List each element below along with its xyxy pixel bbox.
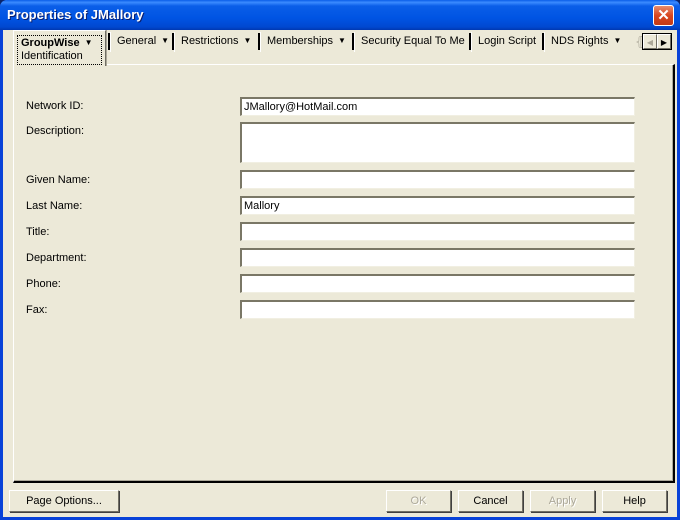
tab-groupwise-label: GroupWise ▼ xyxy=(21,37,98,49)
ok-button[interactable]: OK xyxy=(386,490,451,512)
phone-label: Phone: xyxy=(26,278,61,290)
department-input[interactable] xyxy=(240,248,635,267)
tab-label: Memberships xyxy=(267,35,334,47)
title-bar[interactable]: Properties of JMallory ✕ xyxy=(0,0,680,30)
fax-label: Fax: xyxy=(26,304,48,316)
scroll-left-icon[interactable]: ◀ xyxy=(643,34,657,49)
tab-label: NDS Rights xyxy=(551,35,609,47)
tab-label: Login Script xyxy=(478,35,537,47)
scroll-right-icon[interactable]: ▶ xyxy=(657,34,671,49)
tab-focus-rect: GroupWise ▼ Identification xyxy=(17,35,102,65)
tab-strip: GroupWise ▼ Identification General ▼ Restr… xyxy=(13,30,673,66)
description-textarea[interactable] xyxy=(240,122,635,163)
phone-input[interactable] xyxy=(240,274,635,293)
properties-dialog: Properties of JMallory ✕ GroupWise ▼ Iden… xyxy=(0,0,680,520)
chevron-down-icon[interactable]: ▼ xyxy=(613,36,621,45)
network-id-label: Network ID: xyxy=(26,100,84,112)
network-id-input[interactable]: JMallory@HotMail.com xyxy=(240,97,635,116)
chevron-down-icon[interactable]: ▼ xyxy=(85,38,93,47)
window-title: Properties of JMallory xyxy=(7,7,144,22)
tab-label: Security Equal To Me xyxy=(361,35,465,47)
cancel-button[interactable]: Cancel xyxy=(458,490,523,512)
tab-groupwise-subpage: Identification xyxy=(21,50,83,62)
apply-button[interactable]: Apply xyxy=(530,490,595,512)
tab-label: GroupWise xyxy=(21,37,80,49)
title-input[interactable] xyxy=(240,222,635,241)
tab-groupwise[interactable]: GroupWise ▼ Identification xyxy=(13,30,106,66)
tab-login-script[interactable]: Login Script xyxy=(468,32,542,52)
tab-overflow-indicator: ⦃ xyxy=(635,34,645,49)
tab-scroll-buttons: ◀ ▶ xyxy=(642,33,672,50)
last-name-input[interactable]: Mallory xyxy=(240,196,635,215)
help-button[interactable]: Help xyxy=(602,490,667,512)
given-name-input[interactable] xyxy=(240,170,635,189)
given-name-label: Given Name: xyxy=(26,174,91,186)
chevron-down-icon[interactable]: ▼ xyxy=(161,36,169,45)
tab-label: Restrictions xyxy=(181,35,239,47)
tab-general[interactable]: General ▼ xyxy=(107,32,175,52)
title-label: Title: xyxy=(26,226,50,238)
page-options-button[interactable]: Page Options... xyxy=(9,490,119,512)
description-label: Description: xyxy=(26,125,85,137)
chevron-down-icon[interactable]: ▼ xyxy=(338,36,346,45)
tab-security-equal-to-me[interactable]: Security Equal To Me xyxy=(352,32,471,52)
tab-restrictions[interactable]: Restrictions ▼ xyxy=(171,32,257,52)
close-button[interactable]: ✕ xyxy=(653,5,674,26)
last-name-label: Last Name: xyxy=(26,200,83,212)
tab-memberships[interactable]: Memberships ▼ xyxy=(258,32,352,52)
tab-nds-rights[interactable]: NDS Rights ▼ xyxy=(541,32,627,52)
chevron-down-icon[interactable]: ▼ xyxy=(243,36,251,45)
fax-input[interactable] xyxy=(240,300,635,319)
tab-label: General xyxy=(117,35,157,47)
department-label: Department: xyxy=(26,252,87,264)
close-x-icon: ✕ xyxy=(657,7,670,24)
